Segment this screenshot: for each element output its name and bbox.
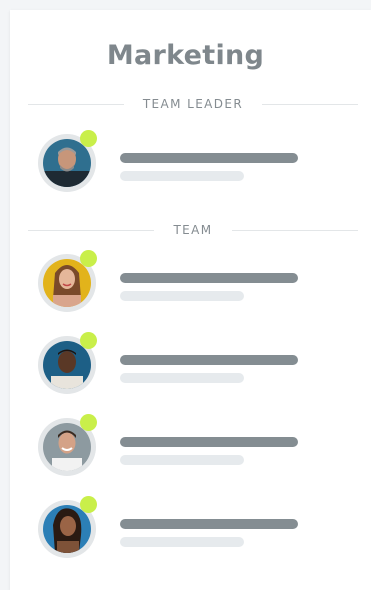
online-status-dot — [80, 130, 97, 147]
person-avatar-icon — [43, 505, 91, 553]
role-placeholder — [120, 537, 244, 547]
person-avatar-icon — [43, 259, 91, 307]
name-placeholder — [120, 273, 298, 283]
team-leader-divider: TEAM LEADER — [28, 96, 358, 112]
person-avatar-icon — [43, 139, 91, 187]
online-status-dot — [80, 332, 97, 349]
divider-line — [232, 230, 358, 231]
role-placeholder — [120, 455, 244, 465]
team-divider: TEAM — [28, 222, 358, 238]
online-status-dot — [80, 250, 97, 267]
team-member-item[interactable] — [38, 414, 338, 482]
team-leader-item[interactable] — [38, 130, 338, 198]
avatar[interactable] — [38, 130, 97, 192]
role-placeholder — [120, 373, 244, 383]
team-member-item[interactable] — [38, 496, 338, 564]
role-placeholder — [120, 171, 244, 181]
avatar[interactable] — [38, 496, 97, 558]
person-avatar-icon — [43, 341, 91, 389]
role-placeholder — [120, 291, 244, 301]
avatar[interactable] — [38, 332, 97, 394]
team-member-item[interactable] — [38, 332, 338, 400]
divider-line — [262, 104, 358, 105]
team-member-item[interactable] — [38, 250, 338, 318]
person-avatar-icon — [43, 423, 91, 471]
online-status-dot — [80, 414, 97, 431]
team-card: Marketing TEAM LEADER TEAM — [10, 10, 371, 590]
online-status-dot — [80, 496, 97, 513]
avatar[interactable] — [38, 414, 97, 476]
name-placeholder — [120, 355, 298, 365]
name-placeholder — [120, 153, 298, 163]
name-placeholder — [120, 437, 298, 447]
card-title: Marketing — [106, 40, 265, 71]
name-placeholder — [120, 519, 298, 529]
avatar[interactable] — [38, 250, 97, 312]
